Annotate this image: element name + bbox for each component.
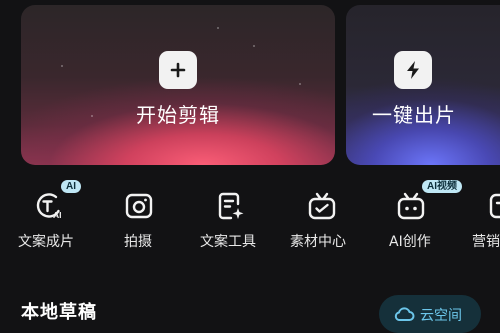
cloud-icon (394, 307, 415, 321)
cloud-space-button[interactable]: 云空间 (379, 295, 481, 333)
tool-label: 营销 (472, 234, 500, 250)
decor-star (253, 45, 255, 47)
decor-star (217, 27, 219, 29)
tool-label: AI创作 (389, 234, 431, 250)
ai-badge: AI (61, 180, 81, 193)
tool-label: 素材中心 (290, 234, 346, 250)
tool-label: 文案成片 (18, 234, 74, 250)
tool-label: 拍摄 (124, 234, 152, 250)
lightning-icon (394, 51, 432, 89)
tool-label: 文案工具 (200, 234, 256, 250)
text-tool-icon (218, 192, 244, 220)
plus-icon (159, 51, 197, 89)
one-click-card[interactable]: 一键出片 (346, 5, 500, 165)
cloud-space-label: 云空间 (420, 308, 462, 324)
text-to-video-icon: AI (36, 193, 62, 220)
decor-star (61, 65, 63, 67)
camera-icon (125, 193, 153, 219)
ai-video-badge: AI视频 (422, 180, 462, 193)
start-edit-card[interactable]: 开始剪辑 (21, 5, 335, 165)
start-edit-label: 开始剪辑 (136, 103, 220, 127)
ai-create-icon (397, 192, 425, 220)
local-drafts-title: 本地草稿 (21, 302, 97, 323)
marketing-icon (489, 193, 500, 219)
svg-text:AI: AI (53, 210, 62, 220)
material-center-icon (308, 192, 336, 220)
one-click-label: 一键出片 (372, 103, 456, 127)
decor-star (299, 83, 301, 85)
